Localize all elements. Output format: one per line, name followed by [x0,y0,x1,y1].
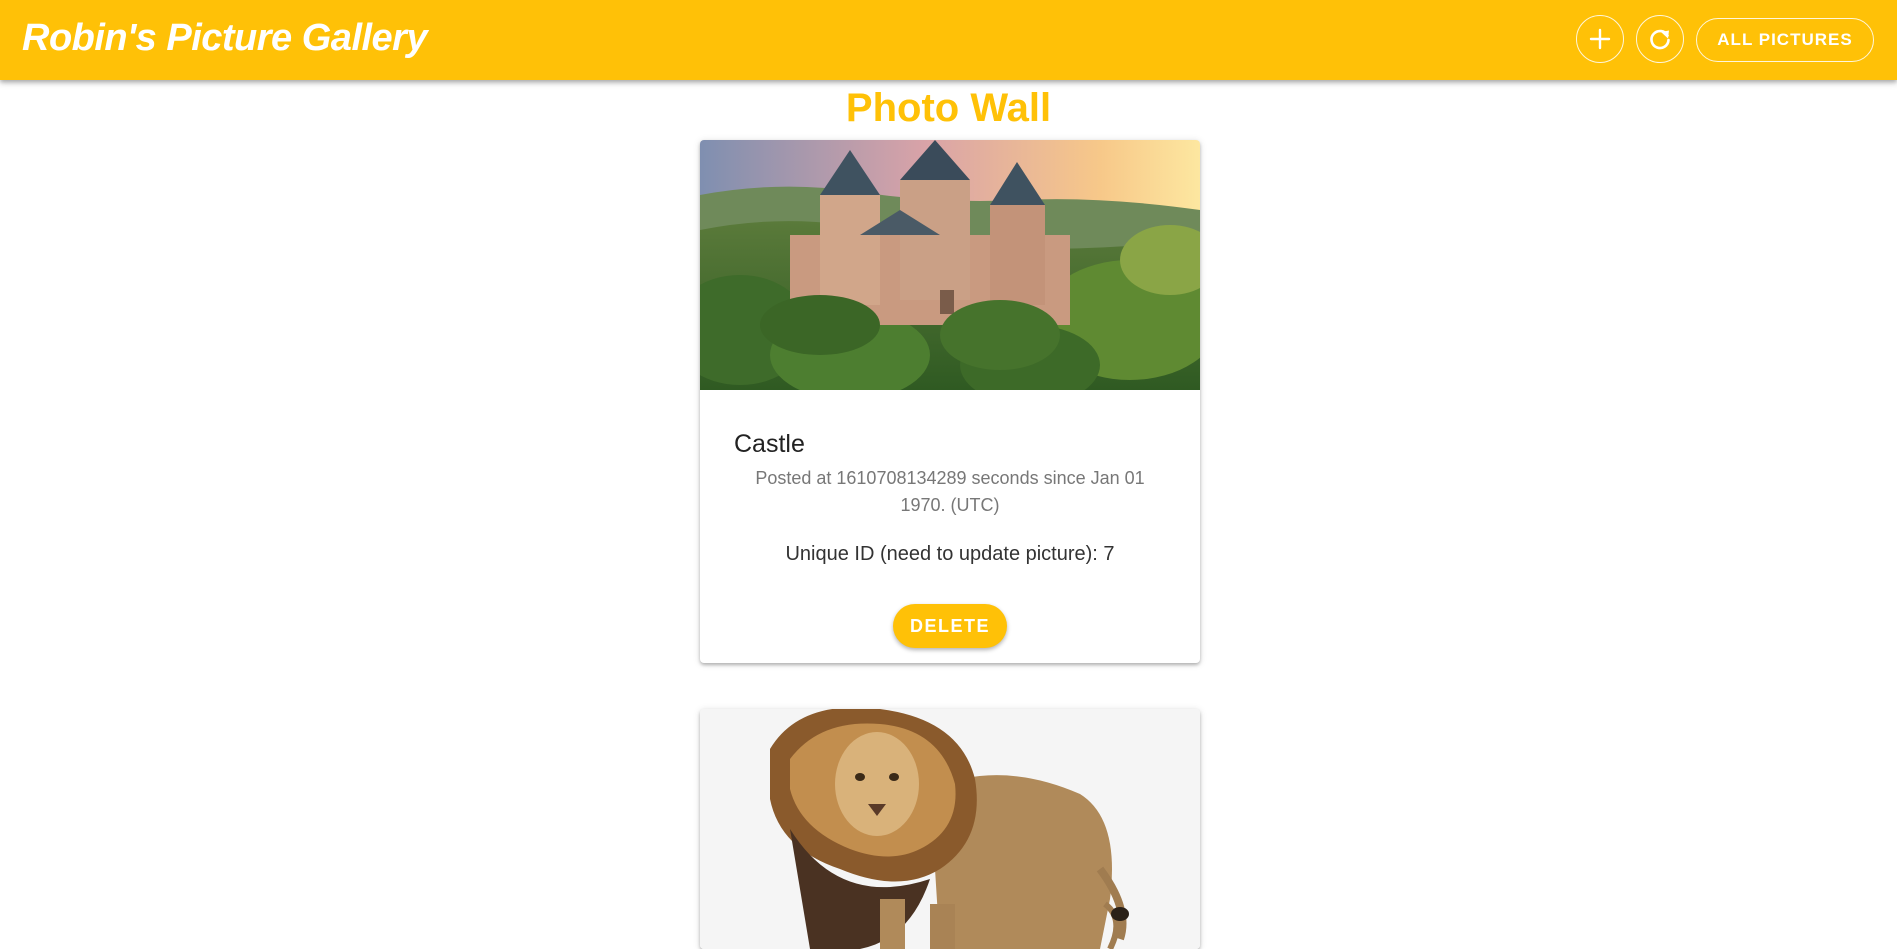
all-pictures-button[interactable]: ALL PICTURES [1696,18,1874,62]
refresh-button[interactable] [1636,15,1684,63]
add-picture-button[interactable] [1576,15,1624,63]
posted-timestamp: Posted at 1610708134289 seconds since Ja… [755,468,1145,515]
plus-icon [1589,28,1611,50]
picture-card [700,709,1200,949]
refresh-icon [1650,29,1670,50]
delete-button[interactable]: DELETE [893,604,1007,648]
page-title: Photo Wall [845,86,1052,130]
app-bar: Robin's Picture Gallery ALL PICTURES [0,0,1897,80]
card-title: Castle [734,430,805,458]
castle-image [700,140,1200,390]
picture-card: Castle Posted at 1610708134289 seconds s… [700,140,1200,663]
lion-image [700,709,1200,949]
app-title: Robin's Picture Gallery [22,17,428,59]
unique-id: Unique ID (need to update picture): 7 [785,543,1115,565]
